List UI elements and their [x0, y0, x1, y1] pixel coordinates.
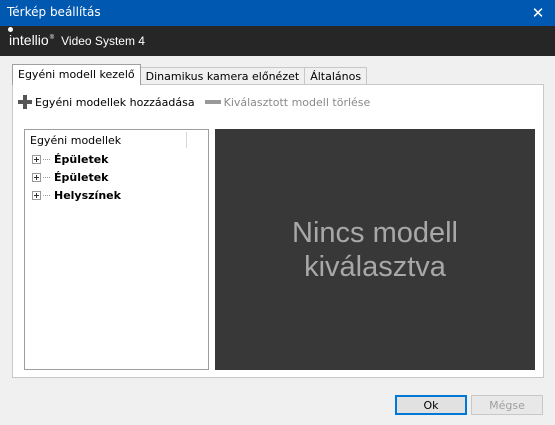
no-model-message: Nincs modell kiválasztva [265, 216, 485, 284]
model-tree[interactable]: Egyéni modellek Épületek Épületek Helysz… [24, 129, 209, 370]
tree-node[interactable]: Épületek [32, 171, 108, 184]
no-model-line2: kiválasztva [304, 250, 446, 283]
tree-node-label: Épületek [54, 171, 109, 184]
expand-icon[interactable] [32, 191, 41, 200]
tab-dynamic-camera-preview[interactable]: Dinamikus kamera előnézet [139, 67, 306, 85]
toolbar: Egyéni modellek hozzáadása Kiválasztott … [18, 93, 380, 111]
window-title: Térkép beállítás [7, 5, 101, 19]
title-bar: Térkép beállítás ✕ [0, 0, 555, 26]
plus-icon [18, 95, 32, 109]
add-models-button[interactable]: Egyéni modellek hozzáadása [18, 95, 195, 109]
tree-header: Egyéni modellek [30, 134, 122, 147]
tab-panel: Egyéni modellek hozzáadása Kiválasztott … [12, 84, 544, 378]
tree-connector [43, 195, 50, 196]
tree-node[interactable]: Helyszínek [32, 189, 121, 202]
logo-dot-icon [8, 27, 13, 32]
tree-node-label: Helyszínek [54, 189, 121, 202]
add-models-label: Egyéni modellek hozzáadása [35, 95, 195, 109]
tab-general[interactable]: Általános [304, 67, 368, 85]
no-model-line1: Nincs modell [292, 216, 458, 249]
tab-custom-model-manager[interactable]: Egyéni modell kezelő [12, 64, 141, 85]
ok-button[interactable]: Ok [395, 395, 467, 415]
expand-icon[interactable] [32, 155, 41, 164]
brand-logo: intellio® Video System 4 [8, 27, 145, 48]
delete-model-label: Kiválasztott modell törlése [223, 95, 371, 109]
tree-connector [43, 177, 50, 178]
minus-icon [204, 100, 221, 104]
logo-word: intellio [9, 32, 49, 48]
product-name: Video System 4 [61, 34, 145, 48]
tree-connector [43, 159, 50, 160]
logo-text: intellio® [8, 27, 55, 48]
tree-node-label: Épületek [54, 153, 109, 166]
registered-mark: ® [49, 35, 55, 42]
tree-node[interactable]: Épületek [32, 153, 108, 166]
close-icon[interactable]: ✕ [521, 0, 555, 26]
delete-model-button[interactable]: Kiválasztott modell törlése [204, 95, 371, 109]
expand-icon[interactable] [32, 173, 41, 182]
model-preview: Nincs modell kiválasztva [215, 129, 535, 370]
tree-header-divider [186, 132, 187, 148]
cancel-button[interactable]: Mégse [471, 395, 543, 415]
tab-bar: Egyéni modell kezelő Dinamikus kamera el… [12, 64, 368, 85]
brand-bar: intellio® Video System 4 [0, 26, 555, 56]
